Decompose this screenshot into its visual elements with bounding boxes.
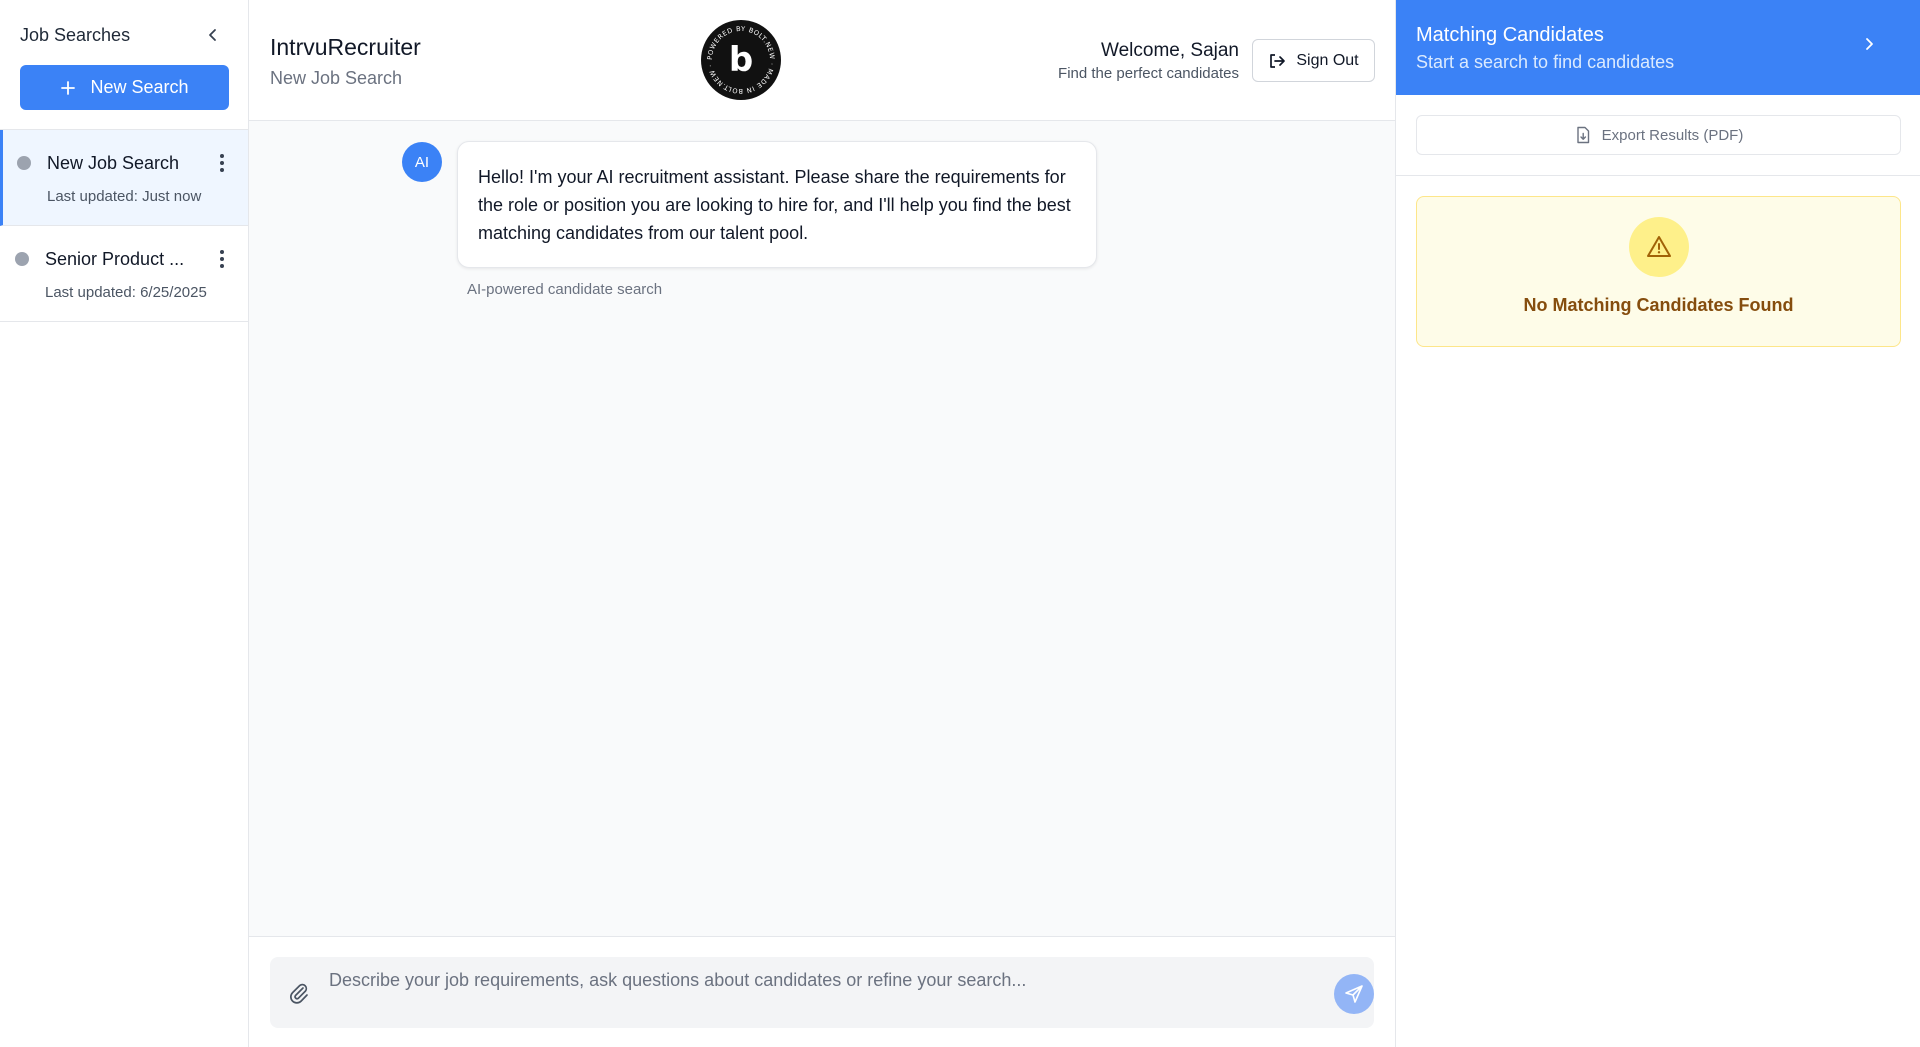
search-item-updated: Last updated: 6/25/2025 — [45, 284, 207, 301]
message-input[interactable] — [329, 965, 1289, 995]
send-icon — [1345, 985, 1363, 1003]
file-download-icon — [1576, 126, 1589, 144]
sign-out-button[interactable]: Sign Out — [1252, 39, 1375, 82]
export-pdf-button[interactable]: Export Results (PDF) — [1416, 115, 1901, 155]
warning-badge — [1629, 217, 1689, 277]
composer — [270, 957, 1374, 1028]
sign-out-label: Sign Out — [1296, 51, 1359, 69]
collapse-results-button[interactable] — [1862, 37, 1884, 59]
sidebar: Job Searches New Search New Job Search L… — [0, 0, 249, 1047]
search-item-updated: Last updated: Just now — [47, 188, 202, 205]
chevron-right-icon — [1866, 38, 1873, 50]
search-item-name: New Job Search — [47, 153, 180, 173]
status-dot — [17, 156, 31, 170]
composer-area — [249, 936, 1395, 1047]
results-title: Matching Candidates — [1416, 24, 1604, 46]
new-search-label: New Search — [90, 77, 189, 97]
page-subtitle: New Job Search — [270, 68, 403, 88]
chevron-left-icon — [209, 29, 216, 41]
search-item[interactable]: Senior Product ... Last updated: 6/25/20… — [0, 226, 248, 322]
export-label: Export Results (PDF) — [1601, 126, 1744, 144]
plus-icon — [61, 80, 76, 95]
app-name: IntrvuRecruiter — [270, 34, 421, 60]
top-bar: IntrvuRecruiter New Job Search POWERED B… — [249, 0, 1395, 121]
welcome-subtext: Find the perfect candidates — [1058, 65, 1239, 82]
log-out-icon — [1270, 53, 1286, 68]
ai-avatar: AI — [402, 142, 442, 182]
assistant-message: Hello! I'm your AI recruitment assistant… — [457, 141, 1097, 268]
export-area: Export Results (PDF) — [1396, 95, 1920, 176]
app-root: Job Searches New Search New Job Search L… — [0, 0, 1920, 1047]
collapse-sidebar-button[interactable] — [202, 24, 224, 46]
status-dot — [15, 252, 29, 266]
message-caption: AI-powered candidate search — [467, 281, 663, 298]
results-panel: Matching Candidates Start a search to fi… — [1395, 0, 1920, 1047]
more-vertical-icon[interactable] — [218, 248, 226, 270]
results-subtitle: Start a search to find candidates — [1416, 52, 1675, 72]
chat-area: AI Hello! I'm your AI recruitment assist… — [249, 121, 1395, 936]
sidebar-header: Job Searches New Search — [0, 0, 248, 130]
search-item[interactable]: New Job Search Last updated: Just now — [0, 130, 248, 226]
paperclip-icon — [290, 983, 308, 1004]
badge-letter: b — [729, 40, 753, 80]
sidebar-title: Job Searches — [20, 25, 131, 45]
empty-state-text: No Matching Candidates Found — [1523, 295, 1794, 315]
new-search-button[interactable]: New Search — [20, 65, 229, 110]
warning-icon — [1647, 236, 1671, 257]
results-header: Matching Candidates Start a search to fi… — [1396, 0, 1920, 95]
attach-button[interactable] — [287, 981, 311, 1005]
send-button[interactable] — [1334, 974, 1374, 1014]
more-vertical-icon[interactable] — [218, 152, 226, 174]
empty-state-card: No Matching Candidates Found — [1416, 196, 1901, 347]
welcome-text: Welcome, Sajan — [1101, 40, 1239, 61]
bolt-badge-logo[interactable]: POWERED BY BOLT.NEW · MADE IN BOLT.NEW ·… — [700, 19, 782, 101]
search-item-name: Senior Product ... — [45, 249, 185, 269]
main-panel: IntrvuRecruiter New Job Search POWERED B… — [249, 0, 1395, 1047]
